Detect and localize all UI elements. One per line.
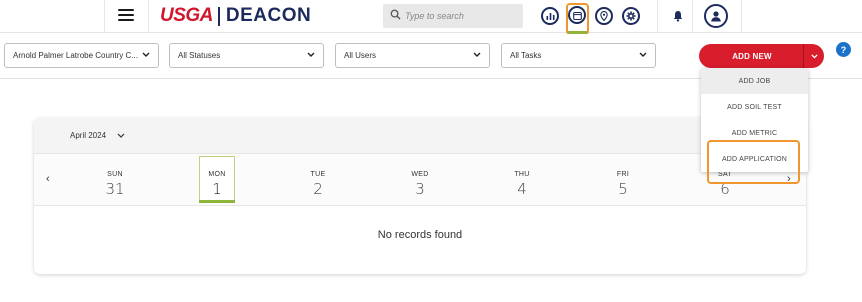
users-select-value: All Users [344,51,377,60]
selected-day-indicator [199,200,235,203]
help-icon: ? [840,44,847,55]
brand-secondary: DEACON [225,5,312,26]
menu-item-add-job[interactable]: ADD JOB [701,68,808,94]
tasks-select[interactable]: All Tasks [501,43,656,68]
day-mon[interactable]: MON 1 [197,154,237,206]
divider [148,0,149,33]
chevron-down-icon [473,52,481,57]
tasks-select-value: All Tasks [510,51,542,60]
bell-icon[interactable] [673,10,683,22]
logo-separator [217,6,220,26]
status-select[interactable]: All Statuses [169,43,324,68]
day-date: 5 [618,180,628,198]
day-name: SUN [107,171,123,178]
day-name: MON [208,171,226,178]
menu-icon[interactable] [118,9,134,22]
divider [104,0,105,33]
chevron-down-icon [639,52,647,57]
chevron-down-icon [810,53,818,58]
chart-icon[interactable] [541,7,559,25]
day-date: 3 [415,180,425,198]
calendar-header: April 2024 [34,118,806,154]
day-date: 2 [313,180,323,198]
day-name: WED [411,171,429,178]
month-label: April 2024 [70,131,107,140]
day-tue[interactable]: TUE 2 [298,154,338,206]
search-input[interactable] [405,7,517,25]
day-name: TUE [310,171,326,178]
day-name: FRI [616,171,630,178]
course-select[interactable]: Arnold Palmer Latrobe Country C... [4,43,159,68]
menu-item-add-soil-test[interactable]: ADD SOIL TEST [701,94,808,120]
day-sun[interactable]: SUN 31 [95,154,135,206]
brand-primary: USGA [160,5,213,26]
status-select-value: All Statuses [178,51,221,60]
week-strip: ‹ SUN 31 MON 1 TUE 2 WED 3 THU 4 FRI 5 S… [34,154,806,206]
users-select[interactable]: All Users [335,43,490,68]
gear-icon[interactable] [622,7,640,25]
calendar-icon[interactable] [568,6,586,24]
top-bar: USGA DEACON [0,0,862,35]
search-box[interactable] [383,4,523,28]
divider [657,0,658,33]
help-button[interactable]: ? [836,42,851,57]
chevron-down-icon [142,52,150,57]
add-new-button[interactable]: ADD NEW [699,44,805,68]
day-date: 31 [105,180,125,198]
chevron-down-icon [307,52,315,57]
chevron-down-icon [117,133,125,138]
prev-week-arrow[interactable]: ‹ [46,173,50,185]
location-icon[interactable] [595,7,613,25]
day-wed[interactable]: WED 3 [400,154,440,206]
divider [741,0,742,33]
day-fri[interactable]: FRI 5 [603,154,643,206]
add-application-highlight [707,140,800,184]
day-name: THU [514,171,530,178]
day-thu[interactable]: THU 4 [502,154,542,206]
course-select-value: Arnold Palmer Latrobe Country C... [13,51,138,60]
user-icon[interactable] [704,4,728,28]
brand-logo[interactable]: USGA DEACON [160,5,311,27]
month-picker[interactable]: April 2024 [70,131,125,140]
search-icon [390,9,401,20]
day-date: 4 [517,180,527,198]
divider [692,0,693,33]
add-new-label: ADD NEW [732,51,772,61]
calendar-card: April 2024 ‹ SUN 31 MON 1 TUE 2 WED 3 TH… [34,118,806,274]
empty-state-message: No records found [377,229,463,241]
day-date: 1 [212,180,222,198]
